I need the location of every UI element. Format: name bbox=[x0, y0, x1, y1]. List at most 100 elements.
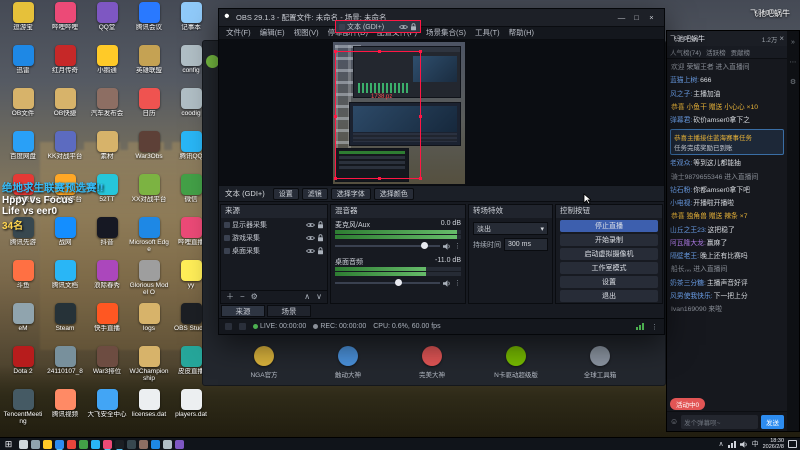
desktop-icon[interactable]: 小鹅通 bbox=[86, 45, 128, 88]
control-button[interactable]: 启动虚拟摄像机 bbox=[560, 248, 658, 261]
visibility-eye-icon[interactable] bbox=[306, 248, 315, 254]
volume-slider[interactable] bbox=[335, 279, 440, 287]
control-button[interactable]: 设置 bbox=[560, 276, 658, 289]
add-source-button[interactable]: ＋ bbox=[226, 291, 234, 303]
maximize-button[interactable]: □ bbox=[629, 13, 644, 22]
menu-item[interactable]: 工具(T) bbox=[475, 27, 500, 38]
move-up-button[interactable]: ∧ bbox=[304, 291, 310, 303]
network-icon[interactable] bbox=[727, 440, 736, 448]
obs-title-bar[interactable]: OBS 29.1.3 - 配置文件: 未命名 - 场景: 未命名 — □ × bbox=[219, 9, 664, 26]
taskbar-app-icon[interactable] bbox=[79, 439, 88, 449]
menu-item[interactable]: 文件(F) bbox=[226, 27, 251, 38]
quickbar-button[interactable]: 设置 bbox=[272, 187, 299, 200]
speaker-icon[interactable] bbox=[443, 274, 451, 292]
speaker-icon[interactable] bbox=[443, 237, 451, 255]
desktop-icon[interactable]: 浪际春秀 bbox=[86, 260, 128, 303]
control-button[interactable]: 开始录制 bbox=[560, 234, 658, 247]
desktop-icon[interactable]: logs bbox=[128, 303, 170, 346]
taskbar-app-icon[interactable] bbox=[115, 439, 124, 449]
desktop-icon[interactable]: War3排位 bbox=[86, 346, 128, 389]
taskbar-app-icon[interactable] bbox=[127, 439, 136, 449]
desktop-icon[interactable]: 素材 bbox=[86, 131, 128, 174]
quickbar-button[interactable]: 滤镜 bbox=[301, 187, 328, 200]
source-row[interactable]: 显示器采集 bbox=[221, 218, 327, 231]
desktop-icon[interactable]: 腾讯会议 bbox=[128, 2, 170, 45]
desktop-icon[interactable]: 迅雷 bbox=[2, 45, 44, 88]
language-indicator[interactable]: 中 bbox=[752, 439, 759, 449]
visibility-eye-icon[interactable] bbox=[306, 235, 315, 241]
control-button[interactable]: 工作室模式 bbox=[560, 262, 658, 275]
taskbar-app-icon[interactable] bbox=[139, 439, 148, 449]
desktop-icon[interactable]: 红月传奇 bbox=[44, 45, 86, 88]
send-button[interactable]: 发送 bbox=[761, 414, 784, 429]
desktop-icon[interactable]: 英雄联盟 bbox=[128, 45, 170, 88]
chat-tab[interactable]: 人气榜(74) bbox=[670, 47, 701, 57]
visibility-eye-icon[interactable] bbox=[306, 222, 315, 228]
launcher-item[interactable]: N卡驱动超级版 bbox=[485, 346, 547, 379]
desktop-icon[interactable]: KK对战平台 bbox=[44, 131, 86, 174]
desktop-icon[interactable]: 快手直播 bbox=[86, 303, 128, 346]
taskbar-app-icon[interactable] bbox=[19, 439, 28, 449]
remove-source-button[interactable]: − bbox=[240, 291, 245, 303]
desktop-icon[interactable]: 斗鱼 bbox=[2, 260, 44, 303]
menu-item[interactable]: 编辑(E) bbox=[260, 27, 285, 38]
chat-input[interactable]: 发个弹幕呗~ bbox=[681, 414, 758, 429]
start-button[interactable]: ⊞ bbox=[0, 438, 17, 450]
taskbar-app-icon[interactable] bbox=[31, 439, 40, 449]
source-row[interactable]: 游戏采集 bbox=[221, 231, 327, 244]
settings-icon[interactable]: ⚙ bbox=[790, 78, 796, 86]
taskbar-app-icon[interactable] bbox=[151, 439, 160, 449]
desktop-icon[interactable]: 记事本 bbox=[170, 2, 212, 45]
chat-message-list[interactable]: 欢迎 荣耀王者 进入直播间 蓝猫上树:666 风之子:主播加油 恭喜 小鱼干 赠… bbox=[667, 59, 787, 396]
source-selection-box[interactable] bbox=[334, 49, 422, 180]
desktop-icon[interactable]: 大飞安全中心 bbox=[86, 389, 128, 432]
taskbar-app-icon[interactable] bbox=[55, 439, 64, 449]
taskbar-app-icon[interactable] bbox=[91, 439, 100, 449]
menu-item[interactable]: 视图(V) bbox=[294, 27, 319, 38]
move-down-button[interactable]: ∨ bbox=[316, 291, 322, 303]
channel-menu-icon[interactable]: ⋮ bbox=[454, 242, 461, 250]
transition-select[interactable]: 淡出 ▾ bbox=[473, 222, 548, 236]
desktop-icon[interactable]: WJChampionship bbox=[128, 346, 170, 389]
volume-slider[interactable] bbox=[335, 242, 440, 250]
chat-tab[interactable]: 活跃榜 bbox=[706, 47, 726, 57]
menu-item[interactable]: 场景集合(S) bbox=[426, 27, 466, 38]
taskbar-app-icon[interactable] bbox=[67, 439, 76, 449]
control-button[interactable]: 停止直播 bbox=[560, 220, 658, 233]
desktop-icon[interactable]: Dota 2 bbox=[2, 346, 44, 389]
lock-icon[interactable] bbox=[317, 221, 324, 229]
launcher-item[interactable]: 完美大神 bbox=[401, 346, 463, 379]
status-menu-icon[interactable]: ⋮ bbox=[651, 323, 658, 331]
tray-expand-icon[interactable]: ∧ bbox=[718, 440, 723, 448]
activity-badge[interactable]: 活动中0 bbox=[670, 397, 706, 410]
desktop-icon[interactable]: 腾讯文档 bbox=[44, 260, 86, 303]
taskbar-clock[interactable]: 18:30 2026/2/8 bbox=[763, 438, 784, 450]
desktop-icon[interactable]: 哔哩哔哩 bbox=[44, 2, 86, 45]
source-row[interactable]: 桌面采集 bbox=[221, 244, 327, 257]
launcher-item[interactable]: 全球工具箱 bbox=[569, 346, 631, 379]
transition-duration-field[interactable]: 300 ms bbox=[504, 238, 548, 252]
tab-scenes[interactable]: 场景 bbox=[267, 305, 311, 318]
source-properties-button[interactable]: ⚙ bbox=[251, 291, 258, 303]
desktop-icon[interactable]: licenses.dat bbox=[128, 389, 170, 432]
collapse-icon[interactable]: » bbox=[791, 39, 795, 46]
chat-close-icon[interactable]: × bbox=[779, 34, 784, 43]
more-icon[interactable]: ⋯ bbox=[790, 58, 797, 66]
quickbar-button[interactable]: 选择颜色 bbox=[373, 187, 414, 200]
minimize-button[interactable]: — bbox=[614, 13, 629, 22]
desktop-icon[interactable]: OB快捷 bbox=[44, 88, 86, 131]
desktop-icon[interactable]: 逗游宝 bbox=[2, 2, 44, 45]
channel-menu-icon[interactable]: ⋮ bbox=[454, 279, 461, 287]
desktop-icon[interactable]: 日历 bbox=[128, 88, 170, 131]
desktop-icon[interactable]: TencentMeeting bbox=[2, 389, 44, 432]
preview-canvas[interactable]: 1738.pz bbox=[219, 39, 664, 186]
taskbar-app-icon[interactable] bbox=[103, 439, 112, 449]
action-center-icon[interactable] bbox=[788, 440, 797, 448]
launcher-item[interactable]: 触动大神 bbox=[317, 346, 379, 379]
taskbar-app-icon[interactable] bbox=[175, 439, 184, 449]
emoji-icon[interactable]: ☺ bbox=[670, 417, 678, 426]
quickbar-button[interactable]: 选择字体 bbox=[330, 187, 371, 200]
taskbar-app-icon[interactable] bbox=[43, 439, 52, 449]
menu-item[interactable]: 帮助(H) bbox=[509, 27, 534, 38]
desktop-icon[interactable]: 腾讯视频 bbox=[44, 389, 86, 432]
